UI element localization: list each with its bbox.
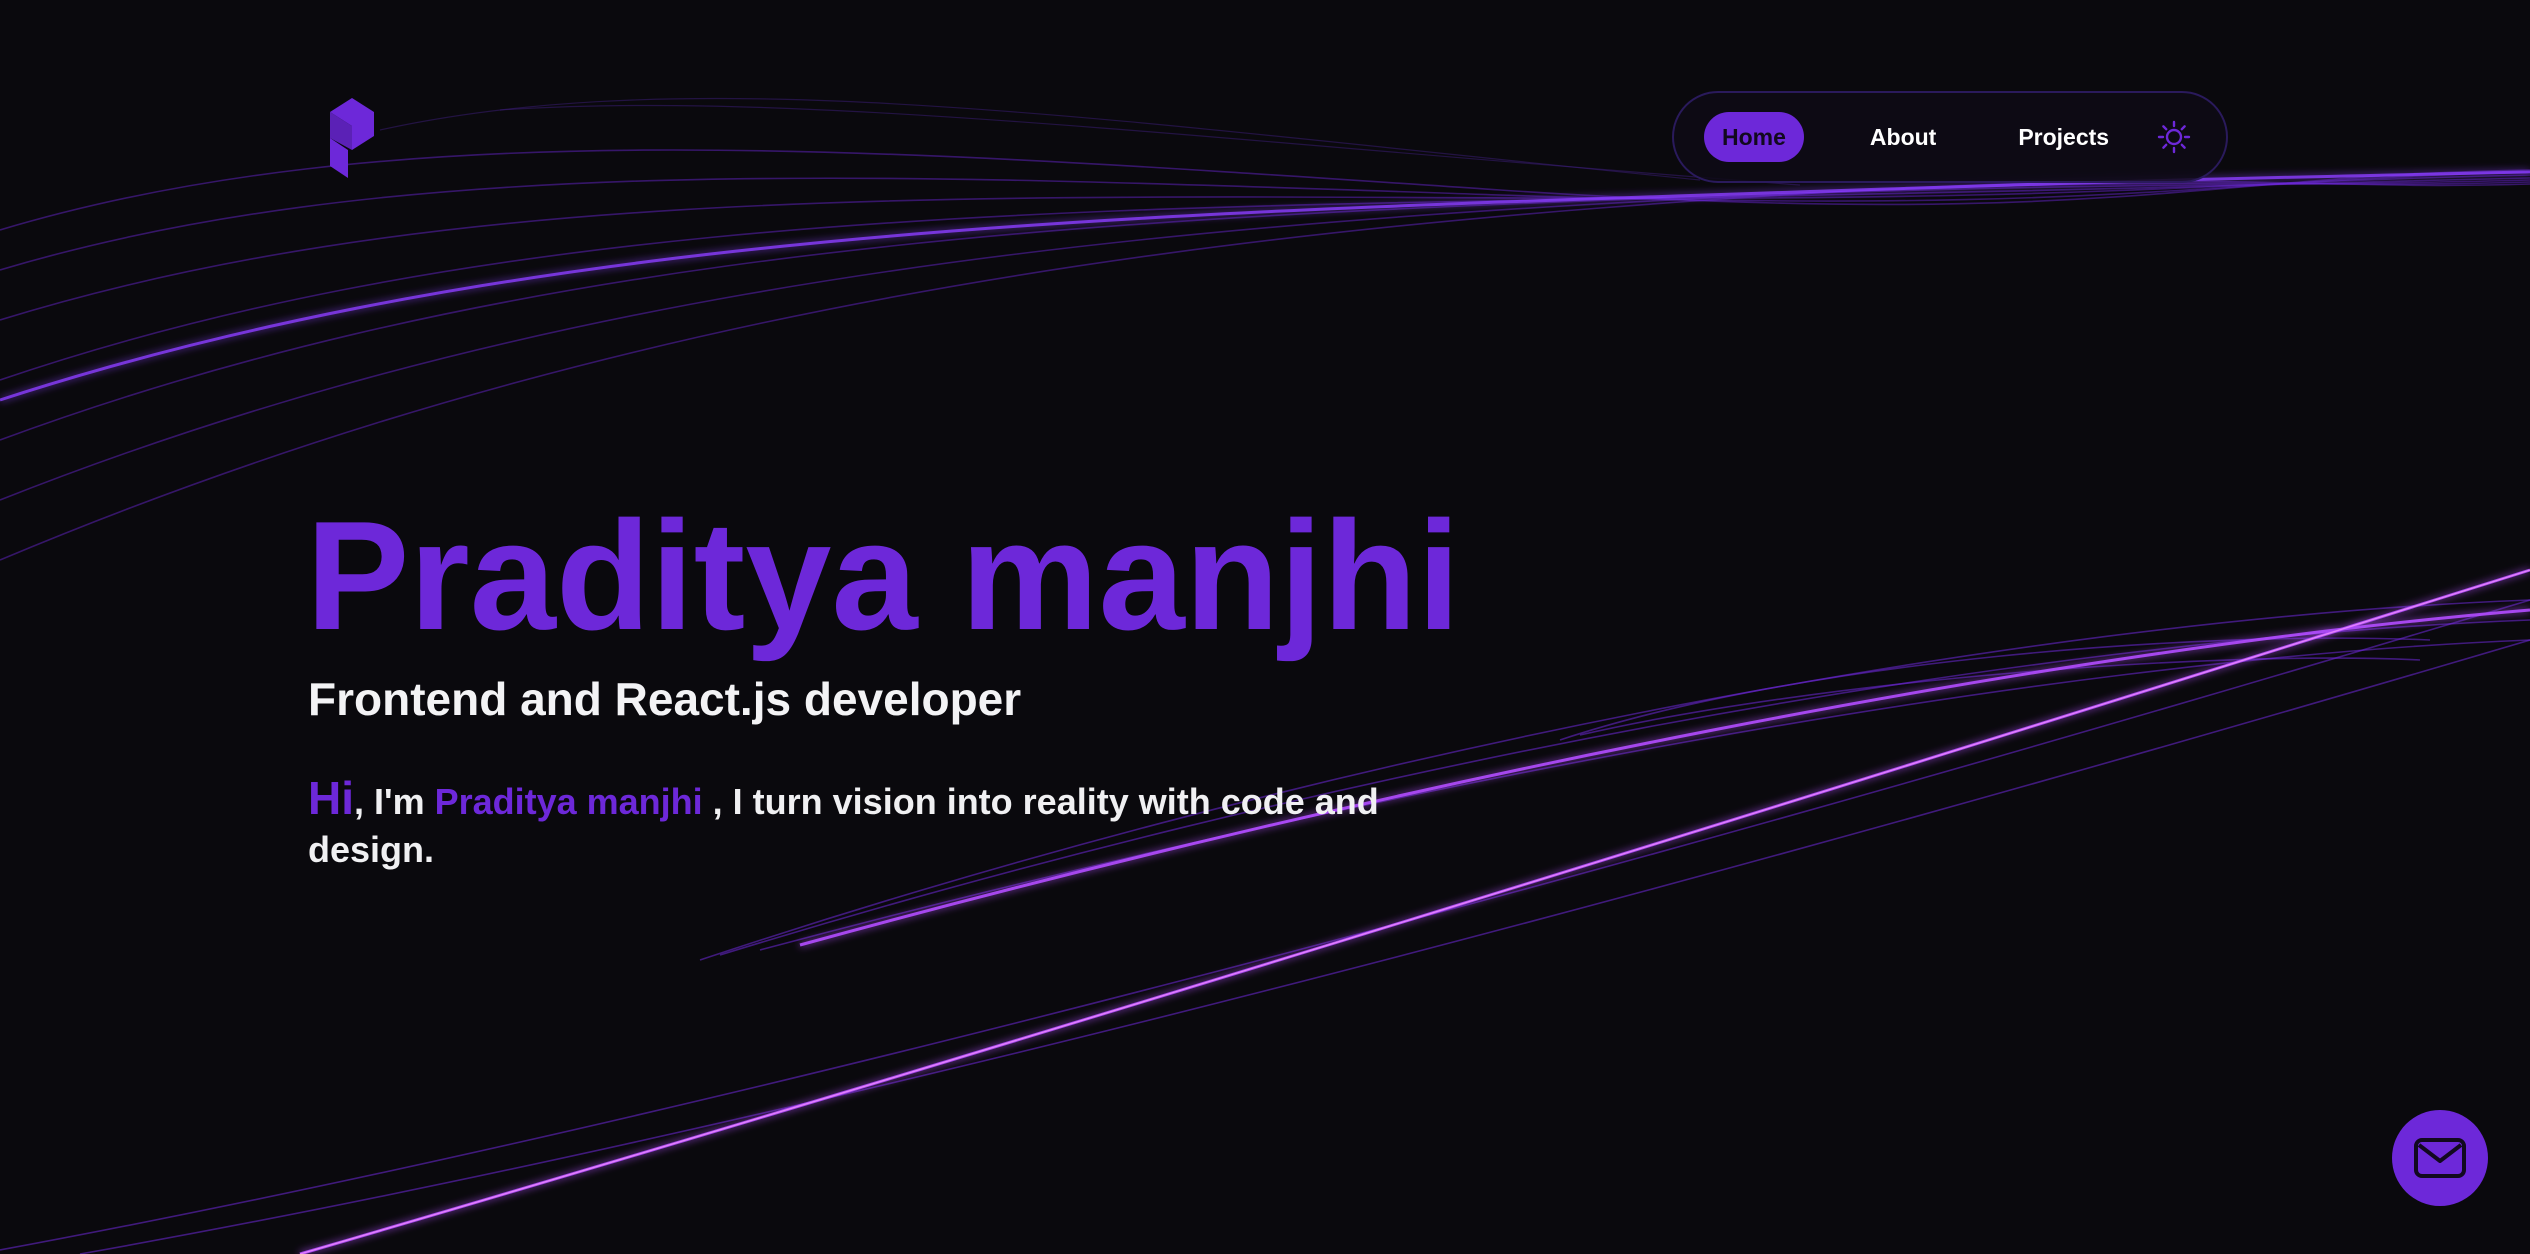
brand-logo-icon[interactable] (326, 94, 378, 180)
nav-item-about[interactable]: About (1870, 124, 1936, 151)
contact-mail-button[interactable] (2392, 1110, 2488, 1206)
hero-name-heading: Praditya manjhi (306, 489, 1461, 662)
hero-role-subheading: Frontend and React.js developer (308, 673, 1022, 725)
nav-item-home[interactable]: Home (1704, 112, 1804, 162)
hero-intro-hi: Hi (308, 772, 354, 824)
portfolio-page: Home About Projects Praditya manjhi Fron… (0, 0, 2530, 1254)
nav-item-projects[interactable]: Projects (2018, 124, 2109, 151)
main-nav: Home About Projects (1672, 91, 2228, 183)
hero-intro-text: Hi, I'm Praditya manjhi , I turn vision … (308, 774, 1448, 874)
hero-intro-pre: , I'm (354, 781, 435, 822)
sun-icon[interactable] (2157, 120, 2191, 154)
mail-icon (2414, 1138, 2466, 1178)
hero-intro-name: Praditya manjhi (434, 781, 703, 822)
